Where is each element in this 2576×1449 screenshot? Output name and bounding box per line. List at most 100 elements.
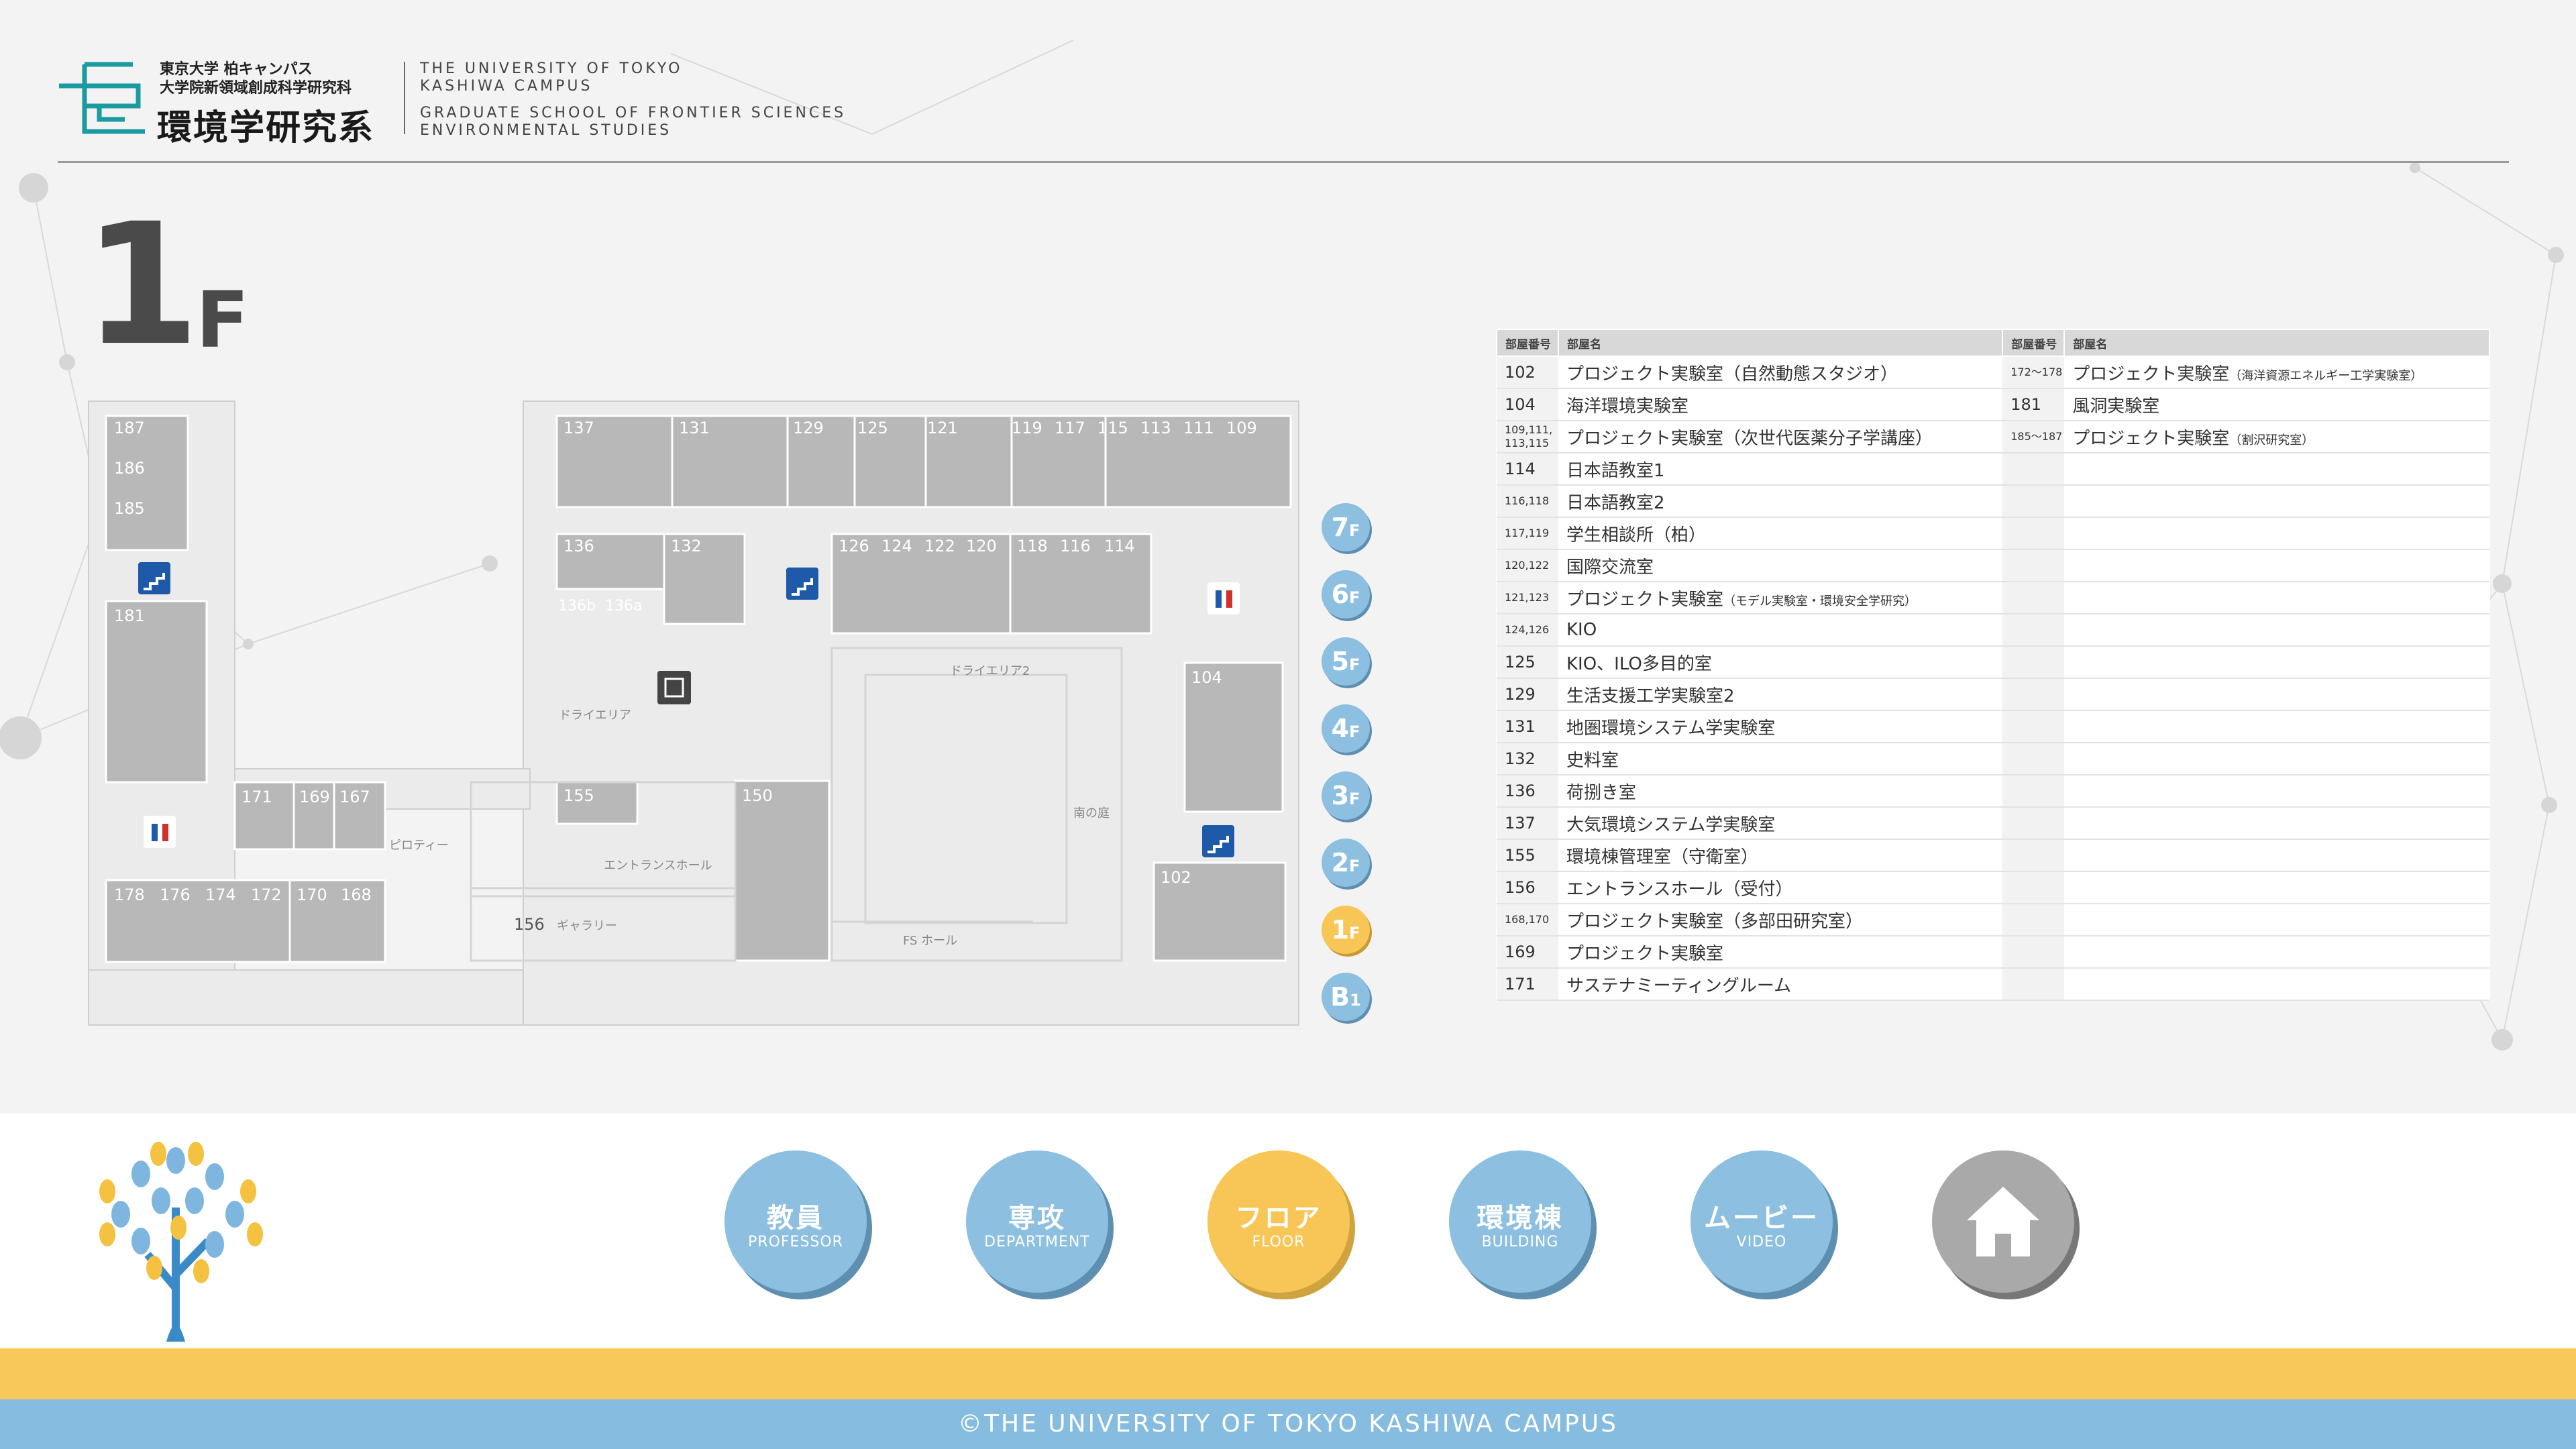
- room-number-cell: [2002, 871, 2065, 904]
- col-room-name: 部屋名: [1557, 329, 2004, 357]
- floor-number: 1: [83, 187, 200, 382]
- room-111: 111: [1183, 419, 1214, 437]
- floor-button-3f[interactable]: 3F: [1322, 771, 1370, 820]
- logo-university-name: 東京大学 柏キャンパス 大学院新領域創成科学研究科: [160, 61, 352, 97]
- room-name-cell: [2064, 678, 2489, 711]
- room-number-cell: [2002, 775, 2065, 808]
- nav-home-button[interactable]: [1932, 1150, 2074, 1293]
- room-number-cell: 132: [1497, 743, 1558, 775]
- table-row: 124,126 KIO: [1497, 614, 2489, 647]
- room-number-cell: [2002, 710, 2065, 743]
- table-row: 125 KIO、ILO多目的室: [1497, 646, 2489, 679]
- floor-button-2f[interactable]: 2F: [1322, 839, 1370, 887]
- room-number-cell: 155: [1497, 839, 1558, 872]
- floor-button-6f[interactable]: 6F: [1322, 570, 1370, 619]
- room-name-cell: 日本語教室1: [1558, 453, 2003, 486]
- room-116: 116: [1060, 537, 1091, 555]
- room-name-cell: プロジェクト実験室（多部田研究室）: [1558, 904, 2003, 936]
- room-number-cell: [2002, 968, 2065, 1001]
- nav-floor-button[interactable]: フロア FLOOR: [1208, 1150, 1350, 1293]
- room-name-cell: 国際交流室: [1558, 549, 2003, 582]
- stairs-icon: [786, 568, 818, 600]
- room-171: 171: [241, 788, 272, 806]
- room-name-cell: KIO: [1558, 614, 2003, 647]
- area-dry2: ドライエリア2: [950, 664, 1030, 678]
- elevator-icon: [657, 671, 691, 704]
- room-table: 部屋番号 部屋名 部屋番号 部屋名 102 プロジェクト実験室（自然動態スタジオ）…: [1496, 329, 2490, 1001]
- room-number-cell: 120,122: [1497, 549, 1558, 582]
- floor-button-5f[interactable]: 5F: [1322, 637, 1370, 686]
- table-row: 109,111, 113,115 プロジェクト実験室（次世代医薬分子学講座） 185…: [1497, 421, 2489, 453]
- nav-department-button[interactable]: 専攻 DEPARTMENT: [966, 1150, 1108, 1293]
- table-row: 156 エントランスホール（受付）: [1497, 871, 2489, 904]
- bottom-navigation: 教員 PROFESSOR 専攻 DEPARTMENT フロア FLOOR 環境棟 BUI…: [0, 1114, 2576, 1348]
- floor-button-4f[interactable]: 4F: [1322, 704, 1370, 753]
- col-room-name: 部屋名: [2063, 329, 2490, 357]
- room-name-cell: KIO、ILO多目的室: [1558, 646, 2003, 679]
- room-number-cell: [2002, 936, 2065, 969]
- room-number-cell: 171: [1497, 968, 1558, 1001]
- room-number-cell: 172～178: [2002, 356, 2065, 389]
- floor-button-b1[interactable]: B1: [1322, 973, 1370, 1021]
- room-name-cell: [2064, 582, 2489, 614]
- room-name-cell: プロジェクト実験室（海洋資源エネルギー工学実験室）: [2064, 356, 2489, 389]
- room-168: 168: [341, 885, 372, 904]
- room-name-cell: [2064, 646, 2489, 679]
- room-102: 102: [1161, 868, 1191, 887]
- table-row: 102 プロジェクト実験室（自然動態スタジオ） 172～178 プロジェクト実験室（海…: [1497, 356, 2489, 389]
- room-name-cell: プロジェクト実験室（モデル実験室・環境安全学研究）: [1558, 582, 2003, 614]
- room-number-cell: [2002, 743, 2065, 775]
- room-number-cell: 114: [1497, 453, 1558, 486]
- room-132: 132: [671, 537, 702, 555]
- nav-professor-button[interactable]: 教員 PROFESSOR: [724, 1150, 867, 1293]
- nav-building-button[interactable]: 環境棟 BUILDING: [1449, 1150, 1591, 1293]
- room-number-cell: [2002, 582, 2065, 614]
- room-name-cell: プロジェクト実験室: [1558, 936, 2003, 969]
- logo-en-line-3: GRADUATE SCHOOL OF FRONTIER SCIENCES: [420, 105, 847, 121]
- room-number-cell: [2002, 807, 2065, 840]
- room-131: 131: [679, 419, 710, 437]
- floor-button-1f[interactable]: 1F: [1322, 906, 1370, 954]
- nav-video-button[interactable]: ムービー VIDEO: [1690, 1150, 1833, 1293]
- room-126: 126: [839, 537, 869, 555]
- room-number-cell: 156: [1497, 871, 1558, 904]
- room-number-cell: [2002, 517, 2065, 550]
- site-header: 東京大学 柏キャンパス 大学院新領域創成科学研究科 環境学研究系 THE UNI…: [58, 58, 2509, 163]
- room-number-cell: [2002, 839, 2065, 872]
- table-row: 169 プロジェクト実験室: [1497, 936, 2489, 969]
- room-117: 117: [1055, 419, 1085, 437]
- floor-unit: F: [196, 275, 250, 366]
- room-name-cell: 学生相談所（柏）: [1558, 517, 2003, 550]
- room-name-cell: プロジェクト実験室（自然動態スタジオ）: [1558, 356, 2003, 389]
- room-137: 137: [564, 419, 594, 437]
- floor-button-7f[interactable]: 7F: [1322, 503, 1370, 551]
- footer-copyright: ©THE UNIVERSITY OF TOKYO KASHIWA CAMPUS: [0, 1399, 2576, 1449]
- room-115: 115: [1097, 419, 1128, 437]
- area-south-garden: 南の庭: [1073, 806, 1110, 820]
- room-name-cell: [2064, 710, 2489, 743]
- room-number-cell: [2002, 646, 2065, 679]
- room-number-cell: [2002, 453, 2065, 486]
- restroom-icon: [144, 816, 176, 848]
- room-name-cell: [2064, 871, 2489, 904]
- room-name-cell: エントランスホール（受付）: [1558, 871, 2003, 904]
- room-name-cell: 荷捌き室: [1558, 775, 2003, 808]
- room-name-cell: プロジェクト実験室（割沢研究室）: [2064, 421, 2489, 453]
- room-114: 114: [1104, 537, 1135, 555]
- room-136b: 136b: [558, 598, 596, 614]
- floor-map: 187 186 185 181 171 169 167 178 176 174 …: [87, 400, 1308, 1033]
- room-name-cell: 日本語教室2: [1558, 485, 2003, 518]
- room-113: 113: [1140, 419, 1171, 437]
- room-167: 167: [339, 788, 370, 806]
- room-number-cell: 136: [1497, 775, 1558, 808]
- room-name-cell: [2064, 549, 2489, 582]
- room-name-cell: [2064, 453, 2489, 486]
- logo-divider: [404, 62, 405, 134]
- area-fshall: FS ホール: [903, 934, 957, 948]
- room-169: 169: [299, 788, 330, 806]
- table-row: 114 日本語教室1: [1497, 453, 2489, 486]
- room-number-cell: 121,123: [1497, 582, 1558, 614]
- room-185: 185: [114, 499, 145, 518]
- table-row: 129 生活支援工学実験室2: [1497, 678, 2489, 711]
- room-number-cell: 169: [1497, 936, 1558, 969]
